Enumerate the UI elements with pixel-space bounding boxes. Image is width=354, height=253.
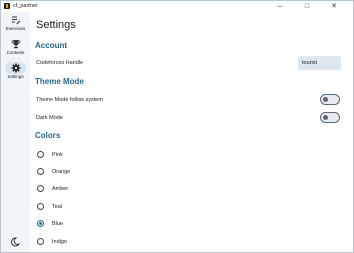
rail-item-label: Exercises (5, 26, 26, 31)
radio-button[interactable] (37, 238, 44, 245)
dark-mode-label: Dark Mode (36, 115, 63, 121)
dark-mode-icon[interactable] (10, 237, 20, 247)
rail-item-exercises[interactable]: Exercises (1, 15, 30, 37)
rail-item-label: Settings (7, 74, 24, 79)
radio-button[interactable] (37, 203, 44, 210)
minimize-icon: – (278, 3, 282, 10)
edit-note-icon (11, 16, 20, 25)
settings-page: Settings Account Codeforces Handle Theme… (30, 12, 353, 252)
navigation-rail: Exercises Contests Settings (1, 12, 30, 252)
section-heading-theme-mode: Theme Mode (35, 77, 84, 86)
theme-follow-system-switch[interactable] (320, 94, 340, 105)
color-option-amber[interactable]: Amber (36, 184, 186, 194)
maximize-button[interactable]: □ (296, 1, 318, 12)
color-option-label: Orange (52, 169, 71, 175)
codeforces-handle-input[interactable] (298, 56, 341, 70)
section-heading-colors: Colors (35, 131, 61, 140)
title-bar[interactable]: cf_partner – □ ✕ (1, 1, 353, 12)
color-option-label: Teal (52, 204, 63, 210)
radio-button[interactable] (37, 168, 44, 175)
color-option-label: Pink (52, 152, 63, 158)
close-button[interactable]: ✕ (323, 1, 345, 12)
color-option-label: Blue (52, 221, 64, 227)
color-option-orange[interactable]: Orange (36, 167, 186, 177)
color-option-blue[interactable]: Blue (36, 219, 186, 229)
gear-icon (11, 63, 20, 73)
close-icon: ✕ (331, 3, 337, 10)
window-title: cf_partner (13, 3, 38, 9)
theme-follow-system-label: Theme Mode follow system (36, 97, 103, 103)
color-option-indigo[interactable]: Indigo (36, 237, 186, 247)
codeforces-handle-label: Codeforces Handle (36, 60, 84, 66)
radio-button[interactable] (37, 151, 44, 158)
color-option-pink[interactable]: Pink (36, 150, 186, 160)
app-icon (4, 3, 10, 9)
color-option-teal[interactable]: Teal (36, 202, 186, 212)
minimize-button[interactable]: – (269, 1, 291, 12)
trophy-icon (11, 40, 20, 49)
dark-mode-switch[interactable] (320, 112, 340, 123)
app-window: cf_partner – □ ✕ Exercises Contests Sett… (0, 0, 354, 253)
rail-item-settings[interactable]: Settings (1, 62, 30, 85)
rail-item-contests[interactable]: Contests (1, 39, 30, 61)
page-title: Settings (36, 19, 76, 31)
section-heading-account: Account (35, 41, 67, 50)
radio-button-selected[interactable] (37, 220, 44, 227)
color-option-label: Amber (52, 186, 69, 192)
radio-button[interactable] (37, 185, 44, 192)
rail-item-label: Contests (6, 50, 25, 55)
maximize-icon: □ (304, 3, 310, 10)
color-option-label: Indigo (52, 239, 67, 245)
